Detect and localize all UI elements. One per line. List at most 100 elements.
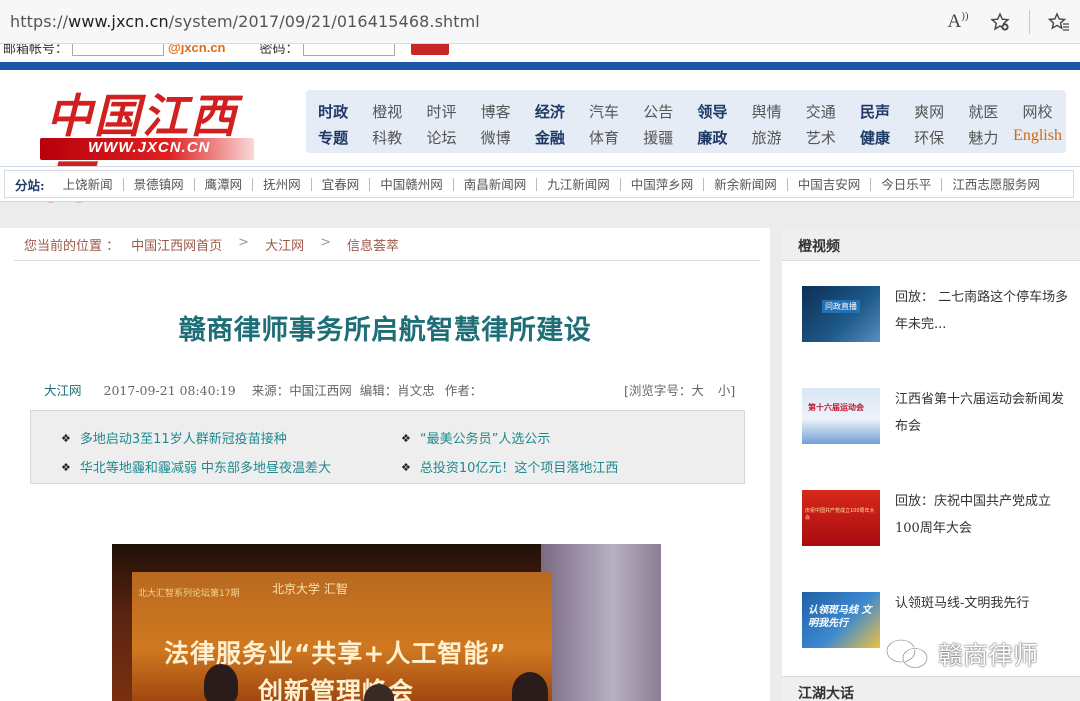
breadcrumb-home[interactable]: 中国江西网首页 [131, 235, 222, 254]
nav-item[interactable]: 时政 [306, 101, 360, 122]
nav-item[interactable]: 艺术 [794, 127, 848, 148]
substation-link[interactable]: 中国吉安网 [788, 177, 872, 191]
sidebar-title[interactable]: 橙视频 [798, 236, 840, 256]
font-size-small[interactable]: 小] [718, 383, 735, 398]
article-source-site[interactable]: 大江网 [44, 383, 82, 398]
password-label: 密码： [259, 44, 299, 57]
nav-item[interactable]: 廉政 [685, 127, 739, 148]
nav-item[interactable]: 体育 [577, 127, 631, 148]
substation-link[interactable]: 南昌新闻网 [454, 177, 538, 191]
nav-item[interactable]: 领导 [685, 101, 739, 122]
toolbar-divider [1029, 10, 1030, 34]
site-header: 中国江西网 WWW.JXCN.CN 时政橙视时评博客经济汽车公告领导舆情交通民声… [0, 70, 1080, 209]
substation-link[interactable]: 九江新闻网 [537, 177, 621, 191]
substation-link[interactable]: 抚州网 [253, 177, 312, 191]
nav-item[interactable]: 爽网 [902, 101, 956, 122]
nav-item[interactable]: English [1010, 127, 1064, 148]
nav-item[interactable]: 网校 [1010, 101, 1064, 122]
nav-item[interactable]: 金融 [523, 127, 577, 148]
add-favorite-icon[interactable] [979, 4, 1021, 40]
browser-toolbar-icons: A)) [937, 0, 1080, 44]
photo-person [204, 664, 238, 701]
video-thumbnail[interactable]: 第十六届运动会 [802, 388, 880, 444]
nav-item[interactable]: 论坛 [414, 127, 468, 148]
nav-item[interactable]: 经济 [523, 101, 577, 122]
substation-link[interactable]: 中国萍乡网 [621, 177, 705, 191]
article-meta: 大江网 2017-09-21 08:40:19 来源：中国江西网 编辑：肖文忠 作者： [44, 380, 482, 399]
read-aloud-icon[interactable]: A)) [937, 4, 979, 40]
article-editor: 编辑：肖文忠 [359, 383, 435, 398]
browser-address-bar: https://www.jxcn.cn/system/2017/09/21/01… [0, 0, 1080, 44]
main-nav-row-1: 时政 橙视 时评 博客 经济 汽车 公告 领导 舆情 交通 民声 爽网 就医 网校 [306, 101, 1065, 122]
video-thumbnail[interactable]: 认领斑马线 文明我先行 [802, 592, 880, 648]
email-input[interactable] [72, 44, 165, 56]
article-panel: 您当前的位置 ： 中国江西网首页 > 大江网 > 信息荟萃 赣商律师事务所启航智… [0, 228, 770, 701]
nav-item[interactable]: 时评 [414, 101, 468, 122]
article-title: 赣商律师事务所启航智慧律所建设 [178, 315, 592, 346]
sidebar-header: 橙视频 [782, 228, 1080, 261]
email-label: 邮箱帐号： [3, 44, 69, 57]
nav-item[interactable]: 旅游 [740, 127, 794, 148]
article-photo: 北大汇智系列论坛第17期 北京大学 汇智 法律服务业“共享+人工智能” 创新管理… [112, 544, 661, 701]
photo-right-side [541, 544, 661, 701]
video-thumbnail[interactable]: 庆祝中国共产党成立100周年大会 [802, 490, 880, 546]
nav-item[interactable]: 环保 [902, 127, 956, 148]
nav-item[interactable]: 公告 [631, 101, 685, 122]
sidebar-header-2: 江湖大话 [782, 676, 1080, 701]
favorites-icon[interactable] [1038, 4, 1080, 40]
substation-link[interactable]: 今日乐平 [871, 177, 943, 191]
nav-item[interactable]: 专题 [306, 127, 360, 148]
video-title[interactable]: 认领斑马线-文明我先行 [895, 590, 1073, 617]
login-button[interactable] [410, 44, 449, 55]
substation-link[interactable]: 中国赣州网 [370, 177, 454, 191]
video-title[interactable]: 回放： 二七南路这个停车场多年未完... [895, 284, 1073, 338]
video-title[interactable]: 江西省第十六届运动会新闻发布会 [895, 386, 1073, 440]
related-news-link[interactable]: 总投资10亿元！这个项目落地江西 [401, 457, 619, 476]
nav-item[interactable]: 博客 [469, 101, 523, 122]
font-size-large[interactable]: [浏览字号：大 [624, 383, 704, 398]
photo-sponsor-logos: 北京大学 汇智 [272, 582, 348, 596]
nav-item[interactable]: 健康 [848, 127, 902, 148]
breadcrumb-prefix: 您当前的位置 ： [24, 239, 120, 254]
breadcrumb-divider [14, 260, 760, 261]
substation-link[interactable]: 上饶新闻 [53, 177, 124, 191]
url-field[interactable]: https://www.jxcn.cn/system/2017/09/21/01… [10, 12, 480, 31]
video-sidebar: 橙视频 问政直播 回放： 二七南路这个停车场多年未完... 第十六届运动会 江西… [782, 228, 1080, 701]
related-news-link[interactable]: 华北等地霾和霾减弱 中东部多地昼夜温差大 [61, 457, 331, 476]
substation-link[interactable]: 景德镇网 [124, 177, 195, 191]
main-nav-row-2: 专题 科教 论坛 微博 金融 体育 援疆 廉政 旅游 艺术 健康 环保 魅力 English [306, 127, 1065, 148]
breadcrumb-dajiang[interactable]: 大江网 [265, 235, 304, 254]
site-logo[interactable]: 中国江西网 WWW.JXCN.CN [40, 80, 260, 209]
nav-item[interactable]: 舆情 [740, 101, 794, 122]
video-thumbnail[interactable]: 问政直播 [802, 286, 880, 342]
header-blue-rule [0, 62, 1080, 70]
wechat-watermark: 赣商律师 [884, 636, 1038, 672]
video-title[interactable]: 回放：庆祝中国共产党成立100周年大会 [895, 488, 1073, 542]
nav-item[interactable]: 汽车 [577, 101, 631, 122]
related-news-link[interactable]: “最美公务员”人选公示 [401, 428, 550, 447]
nav-item[interactable]: 民声 [848, 101, 902, 122]
breadcrumb-separator: > [320, 235, 331, 250]
url-scheme: https:// [10, 12, 69, 31]
thumbnail-caption: 庆祝中国共产党成立100周年大会 [805, 508, 875, 521]
substation-list: 分站: 上饶新闻 景德镇网 鹰潭网 抚州网 宜春网 中国赣州网 南昌新闻网 九江新闻网 中国萍乡… [4, 170, 1074, 198]
substation-link[interactable]: 鹰潭网 [195, 177, 254, 191]
breadcrumb-separator: > [238, 235, 250, 250]
nav-item[interactable]: 科教 [360, 127, 414, 148]
substation-link[interactable]: 新余新闻网 [704, 177, 788, 191]
substation-bar: 分站: 上饶新闻 景德镇网 鹰潭网 抚州网 宜春网 中国赣州网 南昌新闻网 九江新闻网 中国萍乡… [0, 166, 1080, 202]
nav-item[interactable]: 橙视 [360, 101, 414, 122]
related-news-box: 多地启动3至11岁人群新冠疫苗接种 “最美公务员”人选公示 华北等地霾和霾减弱 … [30, 410, 745, 484]
nav-item[interactable]: 交通 [794, 101, 848, 122]
nav-item[interactable]: 魅力 [956, 127, 1010, 148]
related-news-link[interactable]: 多地启动3至11岁人群新冠疫苗接种 [61, 428, 287, 447]
substation-link[interactable]: 宜春网 [312, 177, 371, 191]
sidebar-title-2[interactable]: 江湖大话 [798, 683, 854, 701]
nav-item[interactable]: 援疆 [631, 127, 685, 148]
breadcrumb-info[interactable]: 信息荟萃 [347, 235, 399, 254]
substation-link[interactable]: 江西志愿服务网 [942, 178, 1050, 191]
nav-item[interactable]: 就医 [956, 101, 1010, 122]
thumbnail-caption: 问政直播 [822, 300, 860, 313]
nav-item[interactable]: 微博 [469, 127, 523, 148]
password-input[interactable] [302, 44, 395, 56]
